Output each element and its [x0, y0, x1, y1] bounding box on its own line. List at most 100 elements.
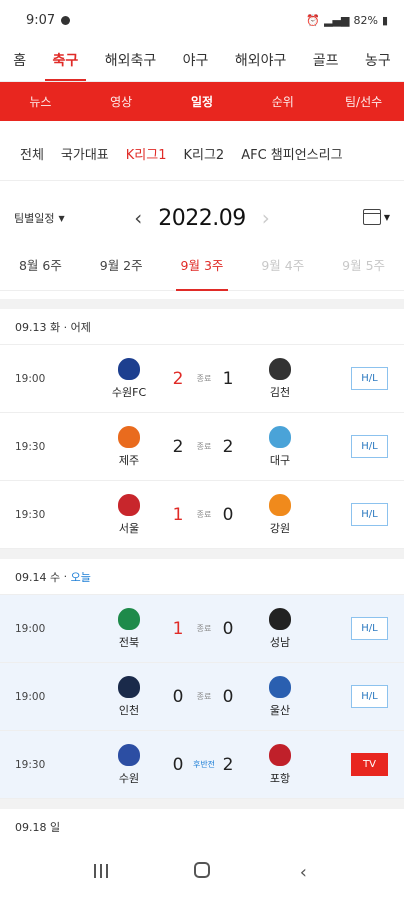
team-filter-dropdown[interactable]: 팀별일정 ▼	[14, 210, 124, 226]
match-row[interactable]: 19:00 전북 1 종료 0 성남 H/L	[0, 595, 404, 663]
highlight-button[interactable]: H/L	[351, 503, 388, 526]
sport-tab-basketball[interactable]: 농구	[352, 50, 404, 81]
sport-tab-world-baseball[interactable]: 해외야구	[222, 50, 300, 81]
tab-news[interactable]: 뉴스	[0, 93, 81, 110]
sport-tab-soccer[interactable]: 축구	[39, 50, 91, 81]
home-team-name: 전북	[118, 635, 140, 649]
home-team-name: 수원FC	[111, 385, 147, 399]
sport-tab-golf[interactable]: 골프	[300, 50, 352, 81]
match-status: 종료	[196, 624, 212, 633]
home-team-name: 제주	[118, 453, 140, 467]
sport-tab-baseball[interactable]: 야구	[169, 50, 221, 81]
separator	[0, 549, 404, 559]
away-team[interactable]: 대구	[250, 425, 310, 468]
caret-down-icon: ▼	[383, 212, 390, 222]
highlight-button[interactable]: H/L	[351, 367, 388, 390]
match-time: 19:30	[15, 758, 46, 771]
home-team[interactable]: 수원	[99, 743, 159, 786]
home-team-name: 인천	[118, 703, 140, 717]
day-header: 09.13 화 · 어제	[0, 309, 404, 345]
home-score: 1	[172, 618, 184, 639]
system-nav-bar: ‹	[0, 844, 404, 900]
today-label: 오늘	[70, 570, 91, 584]
calendar-icon	[362, 209, 381, 225]
home-icon[interactable]	[182, 861, 222, 883]
away-team-name: 대구	[269, 453, 291, 467]
sport-tab-world-soccer[interactable]: 해외축구	[92, 50, 170, 81]
away-team-logo-icon	[269, 493, 291, 516]
alarm-icon: ⏰	[306, 13, 321, 27]
match-time: 19:30	[15, 508, 46, 521]
away-team[interactable]: 김천	[250, 357, 310, 400]
match-status: 종료	[196, 374, 212, 383]
home-team-logo-icon	[118, 743, 140, 766]
home-score: 1	[172, 504, 184, 525]
separator	[0, 299, 404, 309]
home-team-logo-icon	[118, 357, 140, 380]
recent-apps-icon[interactable]	[81, 862, 121, 883]
match-status: 종료	[196, 692, 212, 701]
calendar-button[interactable]: ▼	[362, 209, 390, 225]
away-team-name: 성남	[269, 635, 291, 649]
match-time: 19:00	[15, 622, 46, 635]
home-score: 0	[172, 686, 184, 707]
tv-button[interactable]: TV	[351, 753, 388, 776]
away-team[interactable]: 포항	[250, 743, 310, 786]
match-status: 후반전	[192, 760, 216, 769]
week-tab-active[interactable]: 9월 3주	[162, 255, 243, 291]
tab-video[interactable]: 영상	[81, 93, 162, 110]
home-team[interactable]: 서울	[99, 493, 159, 536]
league-national[interactable]: 국가대표	[61, 144, 109, 163]
tab-standings[interactable]: 순위	[242, 93, 323, 110]
away-team[interactable]: 성남	[250, 607, 310, 650]
match-row[interactable]: 19:30 서울 1 종료 0 강원 H/L	[0, 481, 404, 549]
away-score: 2	[222, 436, 234, 457]
match-time: 19:00	[15, 690, 46, 703]
day-header: 09.14 수 · 오늘	[0, 559, 404, 595]
match-row[interactable]: 19:00 인천 0 종료 0 울산 H/L	[0, 663, 404, 731]
home-team[interactable]: 수원FC	[99, 357, 159, 400]
week-tab-disabled: 9월 4주	[261, 258, 305, 273]
away-team-name: 울산	[269, 703, 291, 717]
back-icon[interactable]: ‹	[283, 862, 323, 883]
week-tab[interactable]: 9월 2주	[81, 255, 162, 290]
home-team-logo-icon	[118, 493, 140, 516]
tab-schedule[interactable]: 일정	[162, 93, 243, 110]
highlight-button[interactable]: H/L	[351, 435, 388, 458]
day-date: 09.13 화 · 어제	[15, 320, 91, 334]
home-team[interactable]: 인천	[99, 675, 159, 718]
highlight-button[interactable]: H/L	[351, 685, 388, 708]
away-team[interactable]: 강원	[250, 493, 310, 536]
league-k1[interactable]: K리그1	[126, 144, 167, 163]
away-team-name: 김천	[269, 385, 291, 399]
clock: 9:07	[26, 12, 56, 28]
week-tab-disabled: 9월 5주	[342, 258, 386, 273]
match-row[interactable]: 19:30 수원 0 후반전 2 포항 TV	[0, 731, 404, 799]
day-date: 09.14 수	[15, 570, 61, 584]
sport-tab-home[interactable]: 홈	[0, 50, 39, 81]
day-date: 09.18 일	[15, 820, 61, 834]
home-team[interactable]: 제주	[99, 425, 159, 468]
next-month-arrow-icon[interactable]: ›	[262, 206, 270, 230]
battery-level: 82%	[353, 13, 378, 27]
tab-teams[interactable]: 팀/선수	[323, 93, 404, 110]
league-afc[interactable]: AFC 챔피언스리그	[241, 144, 342, 163]
match-row[interactable]: 19:30 제주 2 종료 2 대구 H/L	[0, 413, 404, 481]
league-k2[interactable]: K리그2	[183, 144, 224, 163]
prev-month-arrow-icon[interactable]: ‹	[134, 206, 142, 230]
away-team[interactable]: 울산	[250, 675, 310, 718]
date-separator: ·	[60, 570, 71, 583]
home-team[interactable]: 전북	[99, 607, 159, 650]
away-team-name: 포항	[269, 771, 291, 785]
match-status: 종료	[196, 510, 212, 519]
team-filter-label: 팀별일정	[14, 212, 55, 225]
match-time: 19:00	[15, 372, 46, 385]
highlight-button[interactable]: H/L	[351, 617, 388, 640]
league-all[interactable]: 전체	[20, 144, 44, 163]
league-nav: 전체 국가대표 K리그1 K리그2 AFC 챔피언스리그	[0, 127, 404, 181]
status-right: ⏰ ▂▄▆ 82% ▮	[306, 14, 388, 27]
home-team-name: 수원	[118, 771, 140, 785]
match-row[interactable]: 19:00 수원FC 2 종료 1 김천 H/L	[0, 345, 404, 413]
home-team-logo-icon	[118, 425, 140, 448]
week-tab[interactable]: 8월 6주	[0, 255, 81, 290]
